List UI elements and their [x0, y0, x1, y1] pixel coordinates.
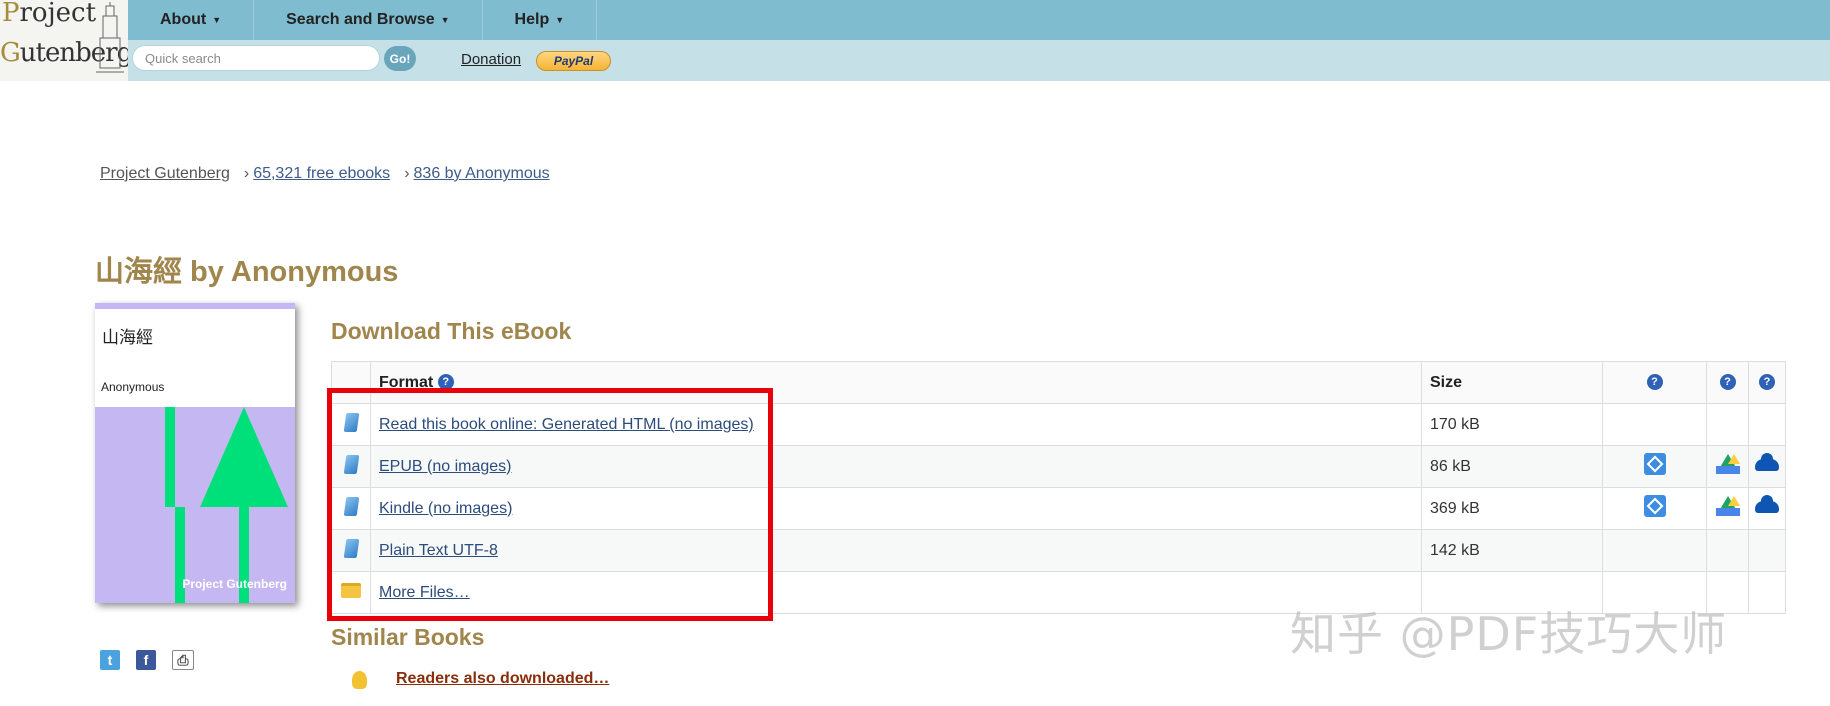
help-icon[interactable]: ? — [1719, 374, 1736, 391]
cover-author: Anonymous — [101, 380, 165, 394]
onedrive-icon[interactable] — [1755, 494, 1779, 513]
site-header: Project Gutenberg About ▼ Search and Brow… — [0, 0, 1830, 81]
dropbox-icon[interactable] — [1643, 453, 1666, 475]
main-nav: About ▼ Search and Browse ▼ Help ▼ — [128, 0, 598, 40]
caret-down-icon: ▼ — [440, 15, 450, 25]
file-size: 369 kB — [1421, 487, 1603, 530]
logo-line1: Project — [2, 0, 97, 28]
readers-also-downloaded-link[interactable]: Readers also downloaded… — [396, 670, 609, 688]
download-heading: Download This eBook — [331, 318, 572, 344]
nav-search-and-browse[interactable]: Search and Browse ▼ — [254, 0, 483, 40]
paypal-button[interactable]: PayPal — [536, 51, 611, 71]
watermark: 知乎 @PDF技巧大师 — [1290, 607, 1728, 661]
lightbulb-icon — [352, 671, 367, 689]
breadcrumb-free-ebooks[interactable]: 65,321 free ebooks — [253, 165, 390, 183]
caret-down-icon: ▼ — [212, 15, 222, 25]
caret-down-icon: ▼ — [555, 15, 565, 25]
cover-title-area: 山海經 Anonymous — [95, 309, 295, 407]
onedrive-icon[interactable] — [1755, 452, 1779, 471]
file-size: 86 kB — [1421, 445, 1603, 488]
breadcrumb-separator: › — [404, 165, 410, 182]
breadcrumb: Project Gutenberg › 65,321 free ebooks ›… — [100, 165, 550, 183]
go-button[interactable]: Go! — [384, 46, 416, 71]
help-icon[interactable]: ? — [1646, 374, 1663, 391]
breadcrumb-separator: › — [243, 165, 250, 182]
google-drive-icon[interactable] — [1715, 496, 1740, 516]
tower-icon — [96, 2, 124, 73]
similar-books-heading: Similar Books — [331, 624, 485, 650]
share-icons: t f ⎙ — [100, 650, 194, 670]
cover-brand: Project Gutenberg — [182, 577, 287, 591]
project-gutenberg-logo[interactable]: Project Gutenberg — [0, 0, 128, 81]
page-title: 山海經 by Anonymous — [95, 256, 399, 288]
red-highlight-box — [327, 388, 773, 621]
facebook-icon[interactable]: f — [136, 650, 156, 670]
quick-search-input[interactable] — [132, 45, 380, 71]
twitter-icon[interactable]: t — [100, 650, 120, 670]
breadcrumb-home[interactable]: Project Gutenberg — [100, 165, 230, 183]
cover-title: 山海經 — [102, 328, 153, 347]
nav-help[interactable]: Help ▼ — [483, 0, 598, 40]
donation-link[interactable]: Donation — [461, 51, 521, 68]
print-icon[interactable]: ⎙ — [172, 650, 194, 670]
file-size: 142 kB — [1421, 529, 1603, 572]
dropbox-icon[interactable] — [1643, 495, 1666, 517]
book-cover: 山海經 Anonymous Project Gutenberg — [95, 303, 295, 603]
breadcrumb-author[interactable]: 836 by Anonymous — [414, 165, 550, 183]
file-size: 170 kB — [1421, 403, 1603, 446]
google-drive-icon[interactable] — [1715, 454, 1740, 474]
cover-arrow-graphic — [165, 407, 288, 603]
help-icon[interactable]: ? — [1759, 374, 1775, 391]
size-column-header: Size — [1421, 361, 1603, 404]
nav-about[interactable]: About ▼ — [128, 0, 255, 40]
